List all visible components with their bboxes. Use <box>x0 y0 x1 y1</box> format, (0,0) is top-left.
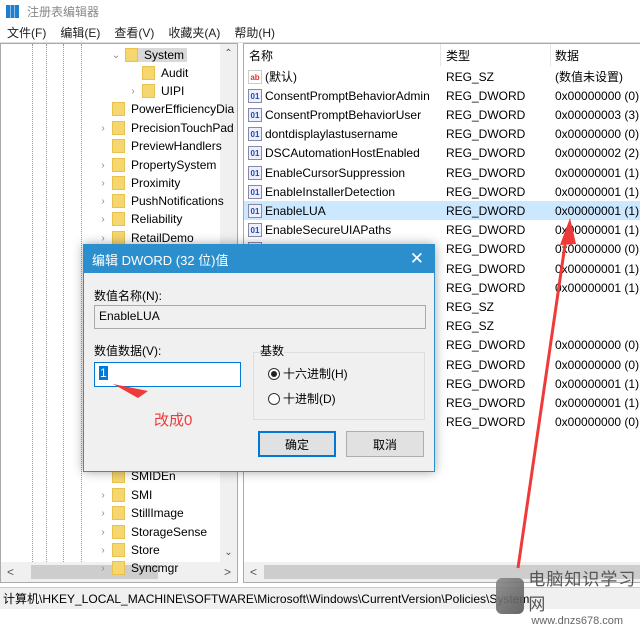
watermark-name: 电脑知识学习网 <box>528 570 637 614</box>
annotation-arrows <box>113 218 576 569</box>
watermark: 电脑知识学习网 www.dnzs678.com <box>496 565 640 627</box>
scroll-left-icon[interactable]: < <box>7 565 14 579</box>
red-arrow-line <box>516 237 568 569</box>
scroll-left-icon[interactable]: < <box>250 565 257 579</box>
base-group-label: 基数 <box>260 342 285 359</box>
red-arrowhead <box>560 218 576 245</box>
watermark-url: www.dnzs678.com <box>528 615 640 627</box>
small-red-arrow <box>113 384 148 398</box>
